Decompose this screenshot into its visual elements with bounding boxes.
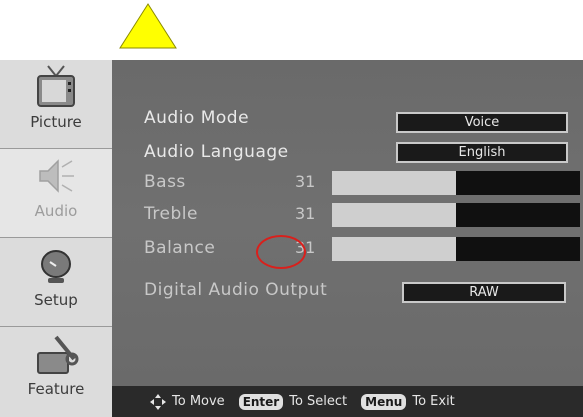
sidebar-item-label: Feature [27,380,85,398]
sidebar-item-label: Setup [34,291,78,309]
directional-arrows-icon [150,393,166,410]
exit-hint: To Exit [412,394,455,409]
tv-icon [37,65,75,107]
sidebar-item-audio[interactable]: Audio [0,149,112,238]
sidebar-item-setup[interactable]: Setup [0,238,112,327]
treble-label: Treble [144,204,198,224]
bass-label: Bass [144,172,186,192]
audio-settings-panel: Audio Mode Voice Audio Language English … [112,60,583,386]
audio-language-label: Audio Language [144,142,289,162]
sidebar-item-label: Picture [30,113,82,131]
footer-bar: To Move Enter To Select Menu To Exit [112,386,583,417]
bass-slider-fill [456,171,580,195]
treble-slider-fill [456,203,580,227]
menu-key-badge: Menu [361,393,407,410]
treble-slider[interactable] [332,203,580,227]
bass-value: 31 [295,172,316,191]
speaker-icon [39,159,74,193]
bass-slider[interactable] [332,171,580,195]
tools-icon [37,335,79,374]
audio-mode-value[interactable]: Voice [396,112,568,133]
sidebar: Picture Audio Setup Feature [0,60,112,417]
select-hint: To Select [289,394,348,409]
balance-label: Balance [144,238,216,258]
move-hint: To Move [172,394,225,409]
warning-triangle-icon [119,3,177,49]
sidebar-item-feature[interactable]: Feature [0,327,112,417]
satellite-dish-icon [41,250,71,283]
audio-language-value[interactable]: English [396,142,568,163]
balance-slider[interactable] [332,237,580,261]
digital-audio-output-value[interactable]: RAW [402,282,566,303]
balance-slider-fill [456,237,580,261]
digital-audio-output-label: Digital Audio Output [144,280,328,300]
treble-value: 31 [295,204,316,223]
highlight-circle [256,235,306,269]
sidebar-item-label: Audio [34,202,78,220]
sidebar-item-picture[interactable]: Picture [0,60,112,149]
audio-mode-label: Audio Mode [144,108,250,128]
enter-key-badge: Enter [238,393,284,410]
